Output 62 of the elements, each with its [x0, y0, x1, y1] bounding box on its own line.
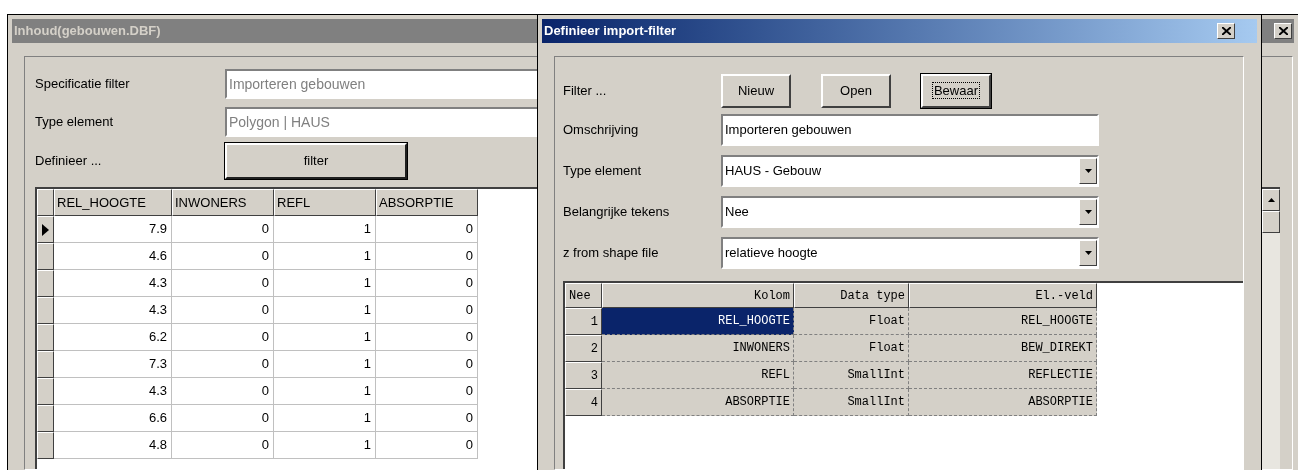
table-cell: 0 — [172, 297, 274, 324]
table-cell: 4.3 — [54, 270, 172, 297]
table-cell: 0 — [172, 432, 274, 459]
field-label: Type element — [563, 161, 643, 180]
grid-cell: ABSORPTIE — [602, 389, 794, 416]
table-cell: 0 — [172, 324, 274, 351]
table-cell: 6.2 — [54, 324, 172, 351]
row-number: 4 — [565, 389, 602, 416]
field-label: z from shape file — [563, 243, 660, 262]
table-cell: 6.6 — [54, 405, 172, 432]
table-cell: 4.8 — [54, 432, 172, 459]
table-cell: 1 — [274, 297, 376, 324]
table-cell: 0 — [376, 297, 478, 324]
table-cell: 4.6 — [54, 243, 172, 270]
grid-cell: REFL — [602, 362, 794, 389]
grid-cell: SmallInt — [794, 389, 909, 416]
table-cell: 1 — [274, 378, 376, 405]
table-cell: 0 — [172, 351, 274, 378]
table-cell: 1 — [274, 351, 376, 378]
row-number: 3 — [565, 362, 602, 389]
grid-cell: REL_HOOGTE — [602, 308, 794, 335]
field-label: Type element — [35, 113, 115, 132]
table-cell: 1 — [274, 324, 376, 351]
grid-cell: REL_HOOGTE — [909, 308, 1097, 335]
grid-cell: REFLECTIE — [909, 362, 1097, 389]
table-cell: 0 — [376, 351, 478, 378]
table-cell: 0 — [376, 243, 478, 270]
table-cell: 0 — [376, 378, 478, 405]
table-cell: 1 — [274, 243, 376, 270]
table-cell: 7.9 — [54, 216, 172, 243]
table-cell: 0 — [172, 216, 274, 243]
table-cell: 1 — [274, 432, 376, 459]
table-cell: 0 — [376, 432, 478, 459]
grid-cell: SmallInt — [794, 362, 909, 389]
window-title: Inhoud(gebouwen.DBF) — [14, 22, 161, 41]
row-number: 1 — [565, 308, 602, 335]
table-cell: 0 — [376, 324, 478, 351]
table-cell: 4.3 — [54, 297, 172, 324]
grid-cell: INWONERS — [602, 335, 794, 362]
grid-cell: Float — [794, 308, 909, 335]
field-label: Belangrijke tekens — [563, 202, 671, 221]
table-cell: 0 — [172, 270, 274, 297]
table-cell: 1 — [274, 405, 376, 432]
table-cell: 0 — [172, 405, 274, 432]
table-cell: 0 — [376, 270, 478, 297]
field-label: Specificatie filter — [35, 75, 131, 94]
table-cell: 7.3 — [54, 351, 172, 378]
table-cell: 1 — [274, 216, 376, 243]
table-cell: 0 — [172, 243, 274, 270]
table-cell: 4.3 — [54, 378, 172, 405]
table-cell: 0 — [376, 405, 478, 432]
field-label: Definieer ... — [35, 152, 103, 171]
row-number: 2 — [565, 335, 602, 362]
grid-cell: ABSORPTIE — [909, 389, 1097, 416]
grid-cell: Float — [794, 335, 909, 362]
table-cell: 0 — [172, 378, 274, 405]
field-label: Filter ... — [563, 82, 608, 101]
dialog-title: Definieer import-filter — [544, 22, 677, 41]
table-cell: 0 — [376, 216, 478, 243]
table-cell: 1 — [274, 270, 376, 297]
field-label: Omschrijving — [563, 120, 640, 139]
grid-cell: BEW_DIREKT — [909, 335, 1097, 362]
